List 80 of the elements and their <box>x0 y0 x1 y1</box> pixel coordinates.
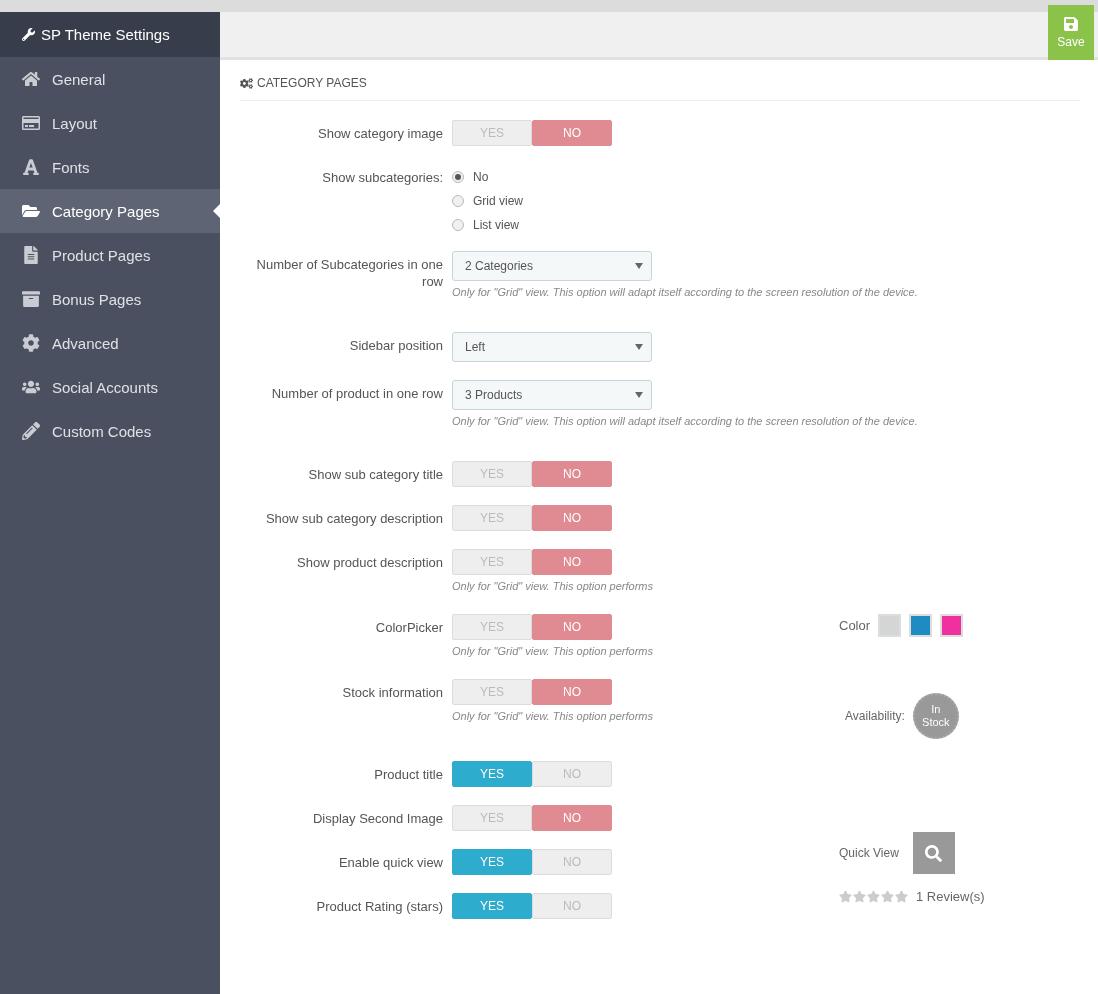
sidebar-item[interactable]: Custom Codes <box>0 409 220 453</box>
help-text: Only for "Grid" view. This option performs <box>452 580 653 592</box>
search-icon <box>925 844 943 862</box>
yes-toggle[interactable]: YES <box>452 893 532 919</box>
field-label: Number of Subcategories in one row <box>255 256 443 291</box>
star-icon <box>895 890 908 903</box>
sidebar-item[interactable]: Advanced <box>0 321 220 365</box>
search-button[interactable] <box>912 832 955 874</box>
star-icon <box>853 890 866 903</box>
help-text: Only for "Grid" view. This option will adapt itself according to the screen resolution of the device. <box>452 286 918 298</box>
wrench-icon <box>22 28 35 41</box>
sidebar-item[interactable]: Fonts <box>0 145 220 189</box>
save-icon <box>1063 16 1079 32</box>
radio-label[interactable]: No <box>473 169 489 184</box>
active-pointer-icon <box>213 204 220 218</box>
yes-toggle[interactable]: YES <box>452 849 532 875</box>
help-text: Only for "Grid" view. This option performs <box>452 710 653 722</box>
field-label: Show sub category title <box>307 466 443 484</box>
caret-icon <box>635 263 643 269</box>
field-label: Product title <box>373 766 443 784</box>
sidebar-item[interactable]: Product Pages <box>0 233 220 277</box>
sidebar-item[interactable]: Layout <box>0 101 220 145</box>
gear-icon <box>20 334 42 352</box>
field-label: Product Rating (stars) <box>315 898 443 916</box>
help-text: Only for "Grid" view. This option will adapt itself according to the screen resolution of the device. <box>452 415 918 427</box>
sidebar-item[interactable]: Category Pages <box>0 189 220 233</box>
save-button[interactable]: Save <box>1048 5 1094 60</box>
field-label: ColorPicker <box>374 619 443 637</box>
caret-icon <box>635 392 643 398</box>
house-icon <box>20 70 42 88</box>
field-label: Enable quick view <box>337 854 443 872</box>
section-title: CATEGORY PAGES <box>257 76 367 90</box>
field-label: Stock information <box>341 684 443 702</box>
radio-button[interactable] <box>452 170 464 183</box>
availability-label: Availability: <box>845 709 905 723</box>
select-field[interactable]: 3 Products <box>452 380 652 410</box>
color-swatch[interactable] <box>909 614 933 637</box>
no-toggle[interactable]: NO <box>532 120 612 146</box>
field-label: Show subcategories: <box>321 169 443 187</box>
sidebar-item[interactable]: Bonus Pages <box>0 277 220 321</box>
color-label: Color <box>839 618 871 633</box>
no-toggle[interactable]: NO <box>532 614 612 640</box>
color-swatch[interactable] <box>878 614 902 637</box>
star-icon <box>881 890 894 903</box>
letter-icon <box>20 158 42 176</box>
radio-label[interactable]: Grid view <box>473 193 523 208</box>
field-label: Sidebar position <box>348 337 443 355</box>
no-toggle[interactable]: NO <box>532 805 612 831</box>
stock-badge: In Stock <box>912 693 959 739</box>
select-field[interactable]: 2 Categories <box>452 251 652 281</box>
no-toggle[interactable]: NO <box>532 461 612 487</box>
no-toggle[interactable]: NO <box>532 505 612 531</box>
card-icon <box>20 114 42 132</box>
color-swatch[interactable] <box>940 614 964 637</box>
folder-icon <box>20 202 42 220</box>
star-icon <box>839 890 852 903</box>
people-icon <box>20 378 42 396</box>
radio-label[interactable]: List view <box>473 217 519 232</box>
field-label: Show category image <box>317 125 443 143</box>
gears-icon <box>240 76 253 90</box>
quick-view-label: Quick View <box>839 846 899 860</box>
help-text: Only for "Grid" view. This option performs <box>452 645 653 657</box>
select-field[interactable]: Left <box>452 332 652 362</box>
radio-button[interactable] <box>452 194 464 207</box>
pencil-icon <box>20 422 42 440</box>
star-icon <box>867 890 880 903</box>
field-label: Number of product in one row <box>270 385 443 403</box>
review-count: 1 Review(s) <box>916 889 985 904</box>
caret-icon <box>635 344 643 350</box>
sidebar-item[interactable]: General <box>0 57 220 101</box>
yes-toggle[interactable]: YES <box>452 761 532 787</box>
sidebar-item[interactable]: Social Accounts <box>0 365 220 409</box>
no-toggle[interactable]: NO <box>532 679 612 705</box>
box-icon <box>20 290 42 308</box>
field-label: Display Second Image <box>311 810 443 828</box>
no-toggle[interactable]: NO <box>532 549 612 575</box>
field-label: Show sub category description <box>264 510 443 528</box>
radio-button[interactable] <box>452 218 464 231</box>
field-label: Show product description <box>296 554 443 572</box>
sidebar-title: SP Theme Settings <box>0 12 220 57</box>
